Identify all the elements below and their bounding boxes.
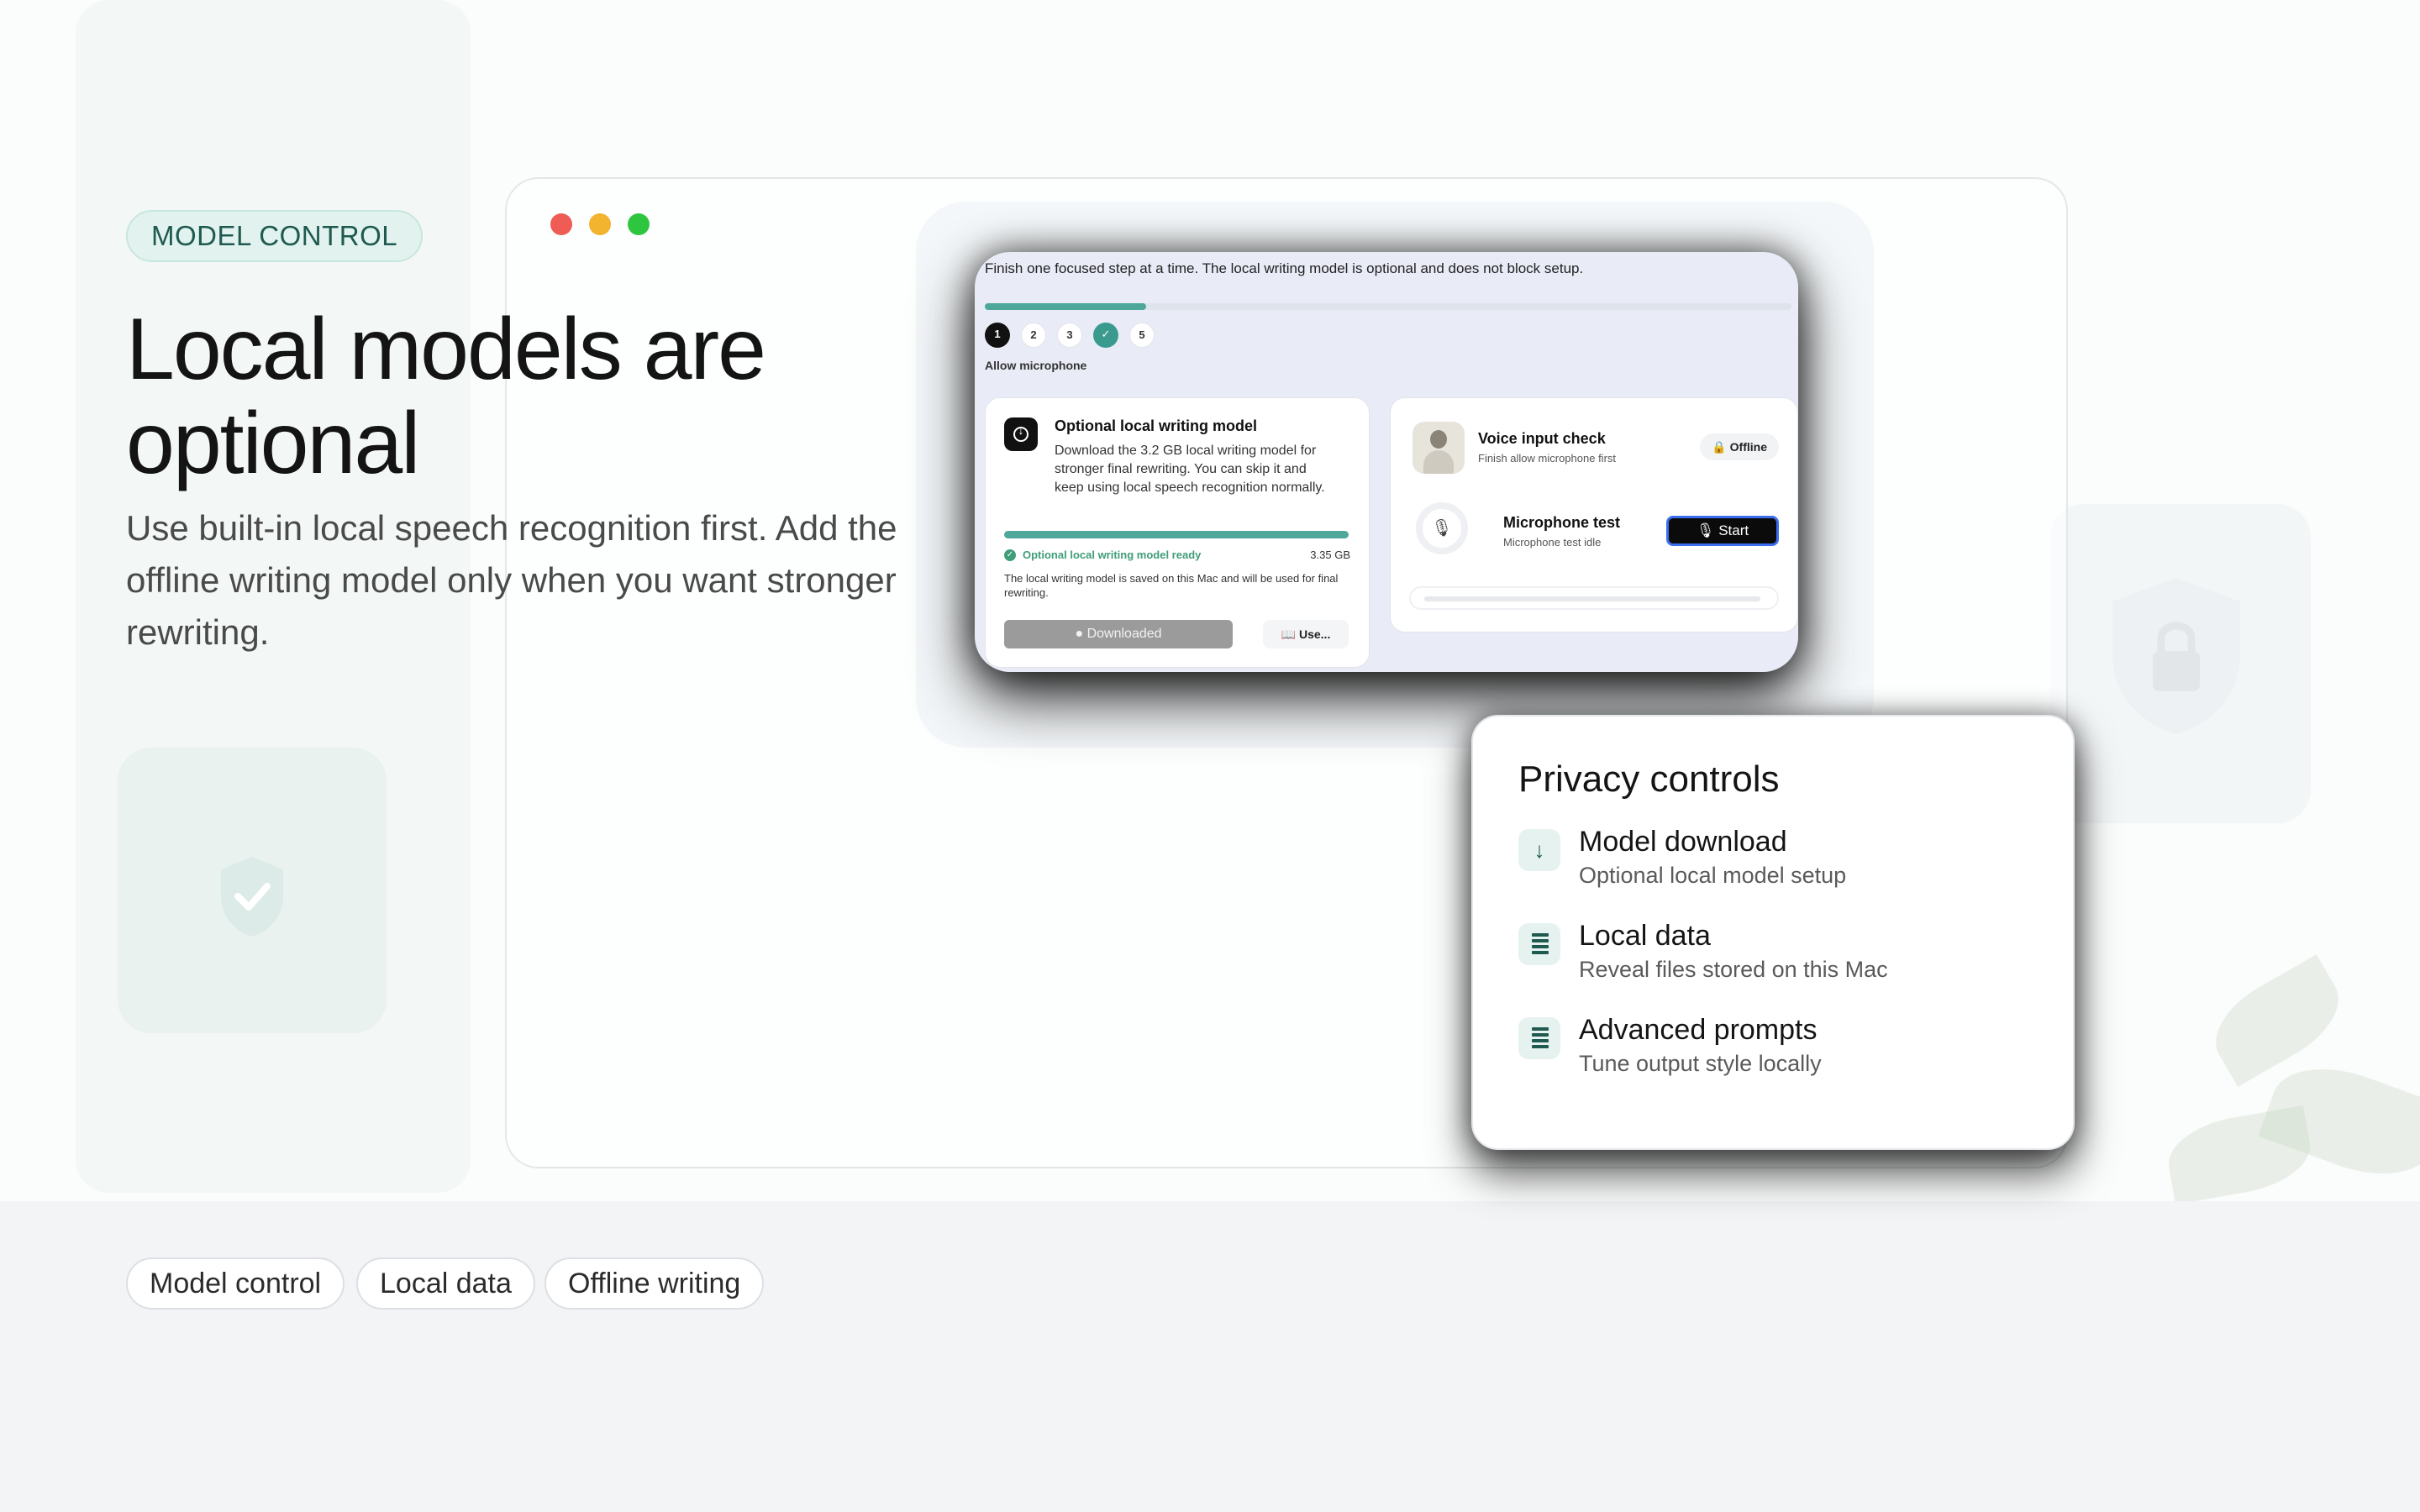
- window-close-button[interactable]: [550, 213, 572, 235]
- downloaded-button[interactable]: ● Downloaded: [1004, 620, 1233, 648]
- lock-icon: [2112, 578, 2240, 734]
- privacy-item-model-download[interactable]: ↓ Model download Optional local model se…: [1518, 826, 2039, 901]
- section-badge: MODEL CONTROL: [126, 210, 424, 262]
- microphone-test-status: Microphone test idle: [1503, 536, 1602, 549]
- hero-subtitle: Use built-in local speech recognition fi…: [126, 508, 897, 652]
- audio-level-meter: [1409, 586, 1779, 610]
- leaf-decoration: [2200, 954, 2354, 1087]
- privacy-item-local-data[interactable]: Local data Reveal files stored on this M…: [1518, 920, 2039, 995]
- setup-progress-fill: [985, 303, 1146, 310]
- step-1[interactable]: 1: [985, 323, 1010, 348]
- microphone-icon: 🎙: [1416, 502, 1468, 554]
- avatar: [1413, 422, 1465, 474]
- book-icon: 📖: [1281, 627, 1297, 641]
- privacy-controls-card: Privacy controls ↓ Model download Option…: [1471, 715, 2075, 1150]
- privacy-item-label: Model download: [1579, 826, 1787, 858]
- tag-model-control[interactable]: Model control: [126, 1257, 345, 1310]
- download-progress-bar: [1004, 531, 1349, 538]
- privacy-item-description: Optional local model setup: [1579, 863, 1847, 888]
- hero-headline: Local models are optional: [126, 301, 766, 492]
- setup-progress-bar: [985, 303, 1791, 310]
- privacy-item-description: Reveal files stored on this Mac: [1579, 957, 1888, 982]
- privacy-item-label: Local data: [1579, 920, 1711, 952]
- lock-icon: 🔒: [1712, 440, 1727, 454]
- download-status-icon: ●: [1075, 627, 1084, 641]
- current-step-label: Allow microphone: [985, 359, 1087, 372]
- offline-badge: 🔒 Offline: [1700, 433, 1779, 460]
- model-size: 3.35 GB: [1310, 549, 1350, 561]
- step-2[interactable]: 2: [1021, 323, 1046, 348]
- footer-band: [0, 1201, 2420, 1512]
- offline-badge-label: Offline: [1729, 440, 1767, 454]
- voice-input-title: Voice input check: [1478, 430, 1606, 447]
- microphone-test-title: Microphone test: [1503, 514, 1621, 531]
- model-ready-status: Optional local writing model ready: [1023, 549, 1202, 561]
- arrow-down-icon: ↓: [1518, 829, 1560, 871]
- download-icon: [1004, 417, 1038, 451]
- start-button-label: Start: [1718, 522, 1749, 538]
- privacy-controls-title: Privacy controls: [1518, 759, 1780, 800]
- step-4-complete[interactable]: ✓: [1093, 323, 1118, 348]
- document-lines-icon: [1518, 1017, 1560, 1059]
- model-storage-note: The local writing model is saved on this…: [1004, 572, 1339, 599]
- document-lines-icon: [1518, 923, 1560, 965]
- leaf-decoration: [2162, 1105, 2317, 1201]
- step-5[interactable]: 5: [1129, 323, 1155, 348]
- tag-offline-writing[interactable]: Offline writing: [544, 1257, 765, 1310]
- start-button[interactable]: 🎙 Start: [1666, 516, 1779, 546]
- writing-model-title: Optional local writing model: [1055, 417, 1258, 434]
- setup-screenshot: Finish one focused step at a time. The l…: [975, 252, 1798, 672]
- window-zoom-button[interactable]: [628, 213, 650, 235]
- downloaded-button-label: Downloaded: [1086, 627, 1162, 641]
- privacy-item-description: Tune output style locally: [1579, 1051, 1822, 1076]
- setup-intro-text: Finish one focused step at a time. The l…: [985, 260, 1584, 276]
- writing-model-card: Optional local writing model Download th…: [985, 397, 1370, 668]
- writing-model-description: Download the 3.2 GB local writing model …: [1055, 444, 1325, 495]
- use-model-button[interactable]: 📖 Use...: [1263, 620, 1349, 648]
- check-circle-icon: ✓: [1004, 549, 1016, 561]
- microphone-icon: 🎙: [1696, 522, 1715, 538]
- privacy-item-label: Advanced prompts: [1579, 1014, 1818, 1046]
- voice-input-card: Voice input check Finish allow microphon…: [1390, 397, 1798, 633]
- use-model-button-label: Use...: [1298, 627, 1331, 641]
- privacy-item-advanced-prompts[interactable]: Advanced prompts Tune output style local…: [1518, 1014, 2039, 1089]
- window-minimize-button[interactable]: [589, 213, 611, 235]
- step-3[interactable]: 3: [1057, 323, 1082, 348]
- voice-input-subtitle: Finish allow microphone first: [1478, 452, 1617, 465]
- tag-local-data[interactable]: Local data: [356, 1257, 535, 1310]
- shield-check-icon: [221, 857, 283, 937]
